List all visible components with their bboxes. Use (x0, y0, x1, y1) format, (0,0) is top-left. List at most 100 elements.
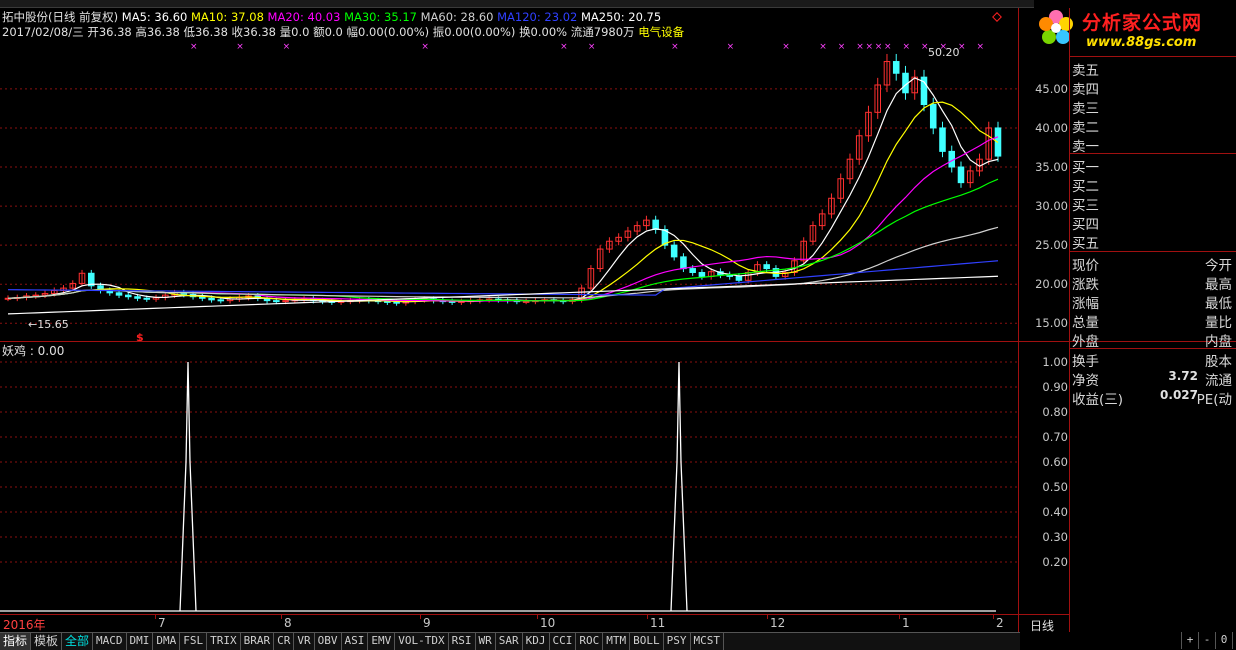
indicator-tab-bar: 指标 模板 全部 MACD DMI DMA FSL TRIX BRAR CR VR OBV ASI EMV… (0, 632, 1020, 650)
indicator-tab[interactable]: OBV (315, 633, 342, 650)
indicator-tab[interactable]: MCST (691, 633, 725, 650)
signal-x-mark: × (819, 42, 827, 52)
orderbook-sell-row: 卖一 (1072, 135, 1234, 155)
indicator-tab[interactable]: 模板 (31, 633, 63, 650)
signal-x-mark: × (856, 42, 864, 52)
x-axis-label: 11 (650, 616, 666, 630)
candle-body (282, 300, 289, 303)
candle-body (939, 127, 946, 152)
indicator-tab[interactable]: SAR (496, 633, 523, 650)
fundamental-row: 收益(三) 0.027 PE(动 (1072, 388, 1234, 408)
quote-right-label: 内盘 (1205, 334, 1232, 350)
indicator-axis-label: 0.40 (1042, 505, 1068, 519)
indicator-tab[interactable]: CR (274, 633, 295, 650)
quote-row: 涨跌 最高 (1072, 273, 1234, 293)
signal-x-mark: × (421, 42, 429, 52)
quote-right-label: 今开 (1205, 258, 1232, 274)
pane-divider (0, 341, 1236, 342)
panel-left-border (1069, 8, 1070, 632)
orderbook-sell-row: 卖三 (1072, 97, 1234, 117)
signal-x-mark: × (782, 42, 790, 52)
x-axis-tick (899, 614, 900, 619)
zoom-tab[interactable]: + (1182, 632, 1199, 649)
indicator-tab[interactable]: VR (294, 633, 315, 650)
candle-body (393, 301, 400, 304)
signal-x-mark: × (902, 42, 910, 52)
indicator-tab[interactable]: DMA (153, 633, 181, 650)
indicator-tab[interactable]: PSY (664, 633, 691, 650)
candle-body (134, 296, 141, 299)
fundamental-row: 净资 3.72 流通 (1072, 369, 1234, 389)
indicator-tab[interactable]: FSL (180, 633, 208, 650)
indicator-tab[interactable]: EMV (368, 633, 396, 650)
indicator-axis-label: 0.80 (1042, 405, 1068, 419)
fundamental-value: 0.027 (1160, 388, 1198, 402)
ma5-line (7, 77, 999, 303)
orderbook-sell-row: 卖四 (1072, 78, 1234, 98)
fundamental-right-label: 股本 (1205, 354, 1232, 370)
price-axis-label: 20.00 (1035, 277, 1068, 292)
x-axis-label: 1 (902, 616, 910, 630)
candle-body (698, 271, 706, 277)
indicator-tab[interactable]: BOLL (630, 633, 664, 650)
indicator-tab[interactable]: ROC (576, 633, 604, 650)
indicator-axis-label: 1.00 (1042, 355, 1068, 369)
chart-right-border (1018, 8, 1019, 632)
indicator-axis-label: 0.60 (1042, 455, 1068, 469)
price-axis-label: 40.00 (1035, 120, 1068, 135)
zoom-tab[interactable]: 0 (1216, 632, 1233, 649)
indicator-tab[interactable]: 全部 (62, 633, 94, 650)
quote-left-label: 外盘 (1072, 334, 1099, 350)
signal-x-mark: × (727, 42, 735, 52)
ma60-line (7, 226, 999, 299)
candle-body (735, 275, 743, 281)
ma30-line (7, 178, 999, 302)
indicator-tab[interactable]: MTM (603, 633, 631, 650)
indicator-tab[interactable]: VOL-TDX (395, 633, 449, 650)
x-axis-tick (647, 614, 648, 619)
indicator-tab[interactable]: TRIX (207, 633, 241, 650)
price-axis-label: 35.00 (1035, 160, 1068, 174)
indicator-axis-label: 0.70 (1042, 430, 1068, 444)
indicator-tab[interactable]: DMI (127, 633, 154, 650)
site-logo: 分析家公式网 www.88gs.com (1034, 0, 1236, 56)
orderbook-buy-row: 买三 (1072, 194, 1234, 214)
indicator-tab[interactable]: KDJ (523, 633, 550, 650)
quote-right-label: 最低 (1205, 296, 1232, 312)
zoom-tab[interactable]: - (1199, 632, 1216, 649)
x-axis-label: 7 (158, 616, 166, 630)
indicator-tab[interactable]: CCI (550, 633, 577, 650)
orderbook-buy-label: 买二 (1072, 179, 1099, 195)
quote-left-label: 涨幅 (1072, 296, 1099, 312)
x-axis-label: 12 (770, 616, 786, 630)
indicator-axis-label: 0.30 (1042, 530, 1068, 544)
orderbook-buy-row: 买五 (1072, 232, 1234, 252)
candle-body (957, 166, 965, 184)
candle-body (115, 292, 123, 296)
orderbook-buy-label: 买五 (1072, 236, 1099, 252)
quote-left-label: 涨跌 (1072, 277, 1099, 293)
indicator-tab[interactable]: 指标 (0, 633, 32, 650)
x-axis-tick (993, 614, 994, 619)
signal-x-mark: × (283, 42, 291, 52)
price-axis-label: 45.00 (1035, 81, 1068, 96)
signal-x-mark: × (875, 42, 883, 52)
signal-x-mark: × (865, 42, 873, 52)
orderbook-buy-row: 买一 (1072, 156, 1234, 176)
x-axis-label: 9 (423, 616, 431, 630)
candle-body (670, 244, 678, 258)
price-chart[interactable]: × × × × × × × × × × × × × × × × × × × ×50.20←15.65$ (0, 8, 1018, 341)
fundamental-label: 净资 (1072, 373, 1099, 389)
indicator-chart[interactable] (0, 341, 1018, 615)
x-axis-tick (537, 614, 538, 619)
indicator-tab[interactable]: WR (476, 633, 496, 650)
candle-body (208, 297, 215, 301)
zoom-tab-bar: + -0 (1020, 632, 1236, 650)
indicator-tab[interactable]: RSI (449, 633, 476, 650)
logo-name: 分析家公式网 (1082, 12, 1203, 34)
indicator-tab[interactable]: ASI (342, 633, 369, 650)
quote-row: 涨幅 最低 (1072, 292, 1234, 312)
indicator-tab[interactable]: MACD (93, 633, 127, 650)
fundamental-value: 3.72 (1168, 369, 1198, 383)
indicator-tab[interactable]: BRAR (241, 633, 275, 650)
